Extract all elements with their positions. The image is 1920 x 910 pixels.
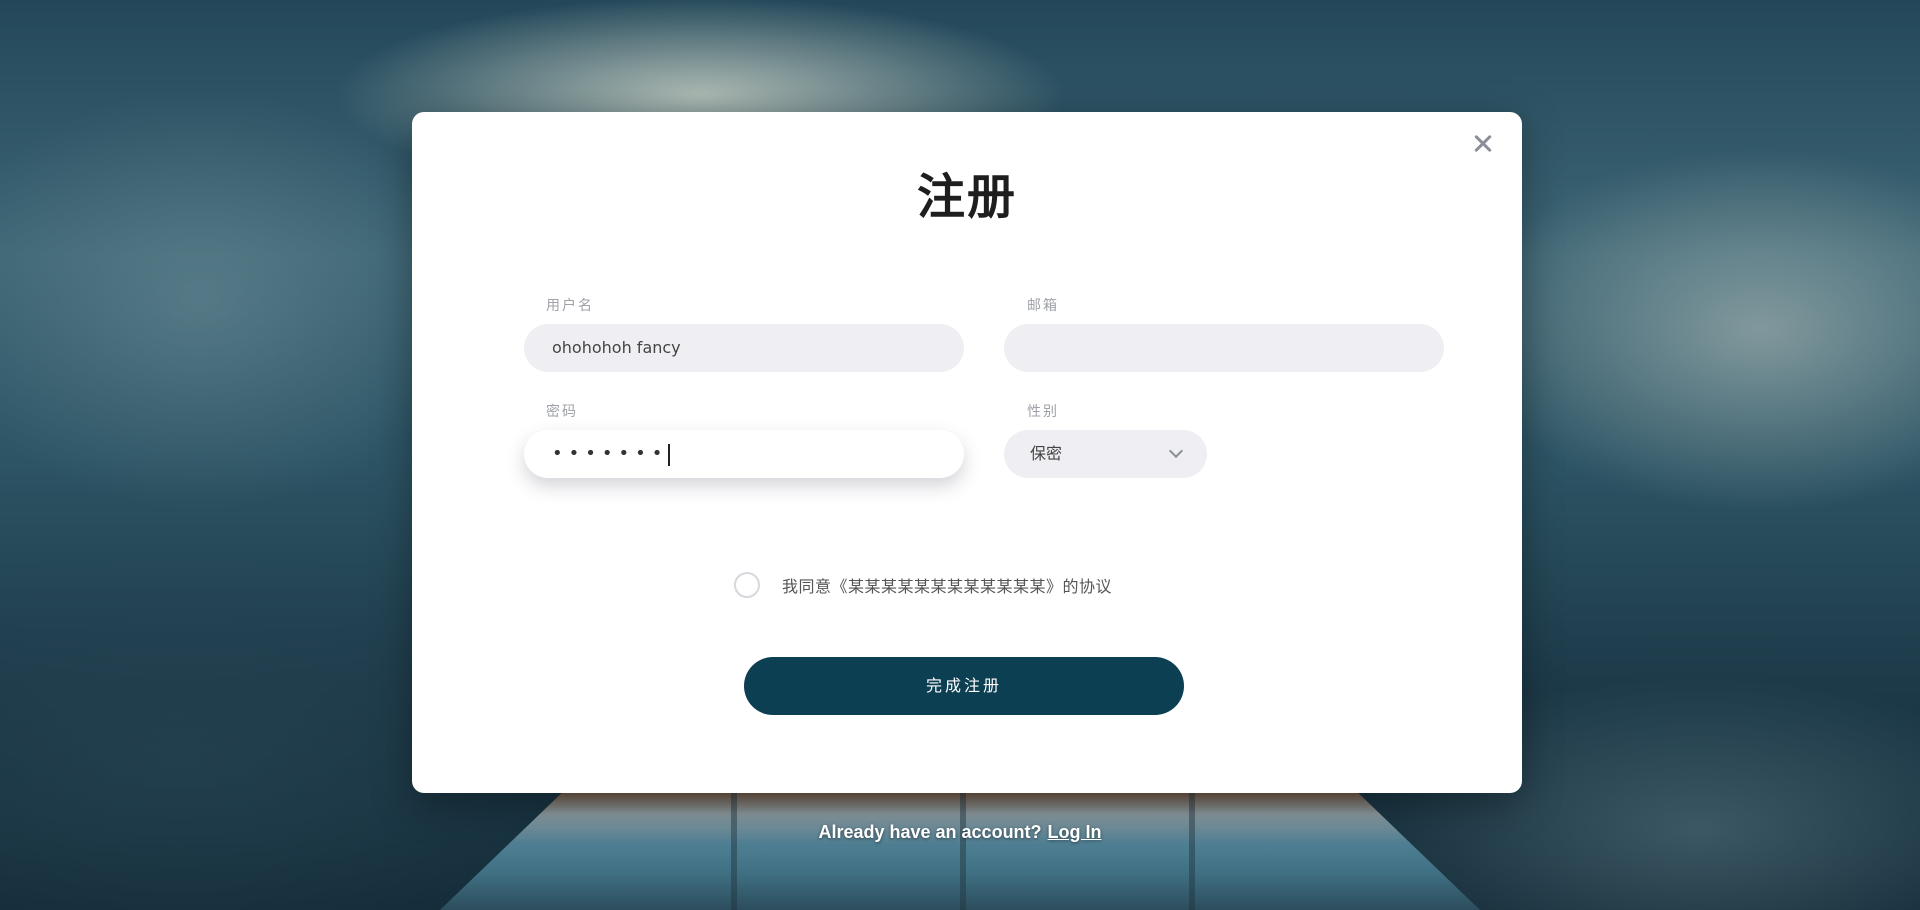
chevron-down-icon [1168,443,1184,459]
agreement-checkbox[interactable] [734,572,760,598]
password-input[interactable]: ••••••• [524,430,964,478]
agreement-row: 我同意《某某某某某某某某某某某某》的协议 [734,571,1112,599]
gender-selected-value: 保密 [1030,444,1063,463]
agreement-text: 我同意《某某某某某某某某某某某某》的协议 [782,577,1113,596]
username-label: 用户名 [546,298,594,314]
username-input[interactable]: ohohohoh fancy [524,324,964,372]
gender-label: 性别 [1027,404,1059,420]
gender-select[interactable]: 保密 [1004,430,1207,478]
close-icon[interactable] [1466,126,1500,160]
login-prompt: Already have an account? Log In [0,822,1920,843]
email-label: 邮箱 [1027,298,1059,314]
boat-image [440,790,1480,910]
modal-title: 注册 [916,169,1017,225]
password-mask: ••••••• [552,443,669,464]
login-link[interactable]: Log In [1048,822,1102,842]
email-input[interactable] [1004,324,1444,372]
password-label: 密码 [546,404,578,420]
complete-register-button[interactable]: 完成注册 [744,657,1184,715]
text-caret [668,443,671,466]
login-prompt-text: Already have an account? [818,822,1042,842]
register-modal: 注册 用户名 ohohohoh fancy 邮箱 密码 ••••••• 性别 保… [412,112,1522,793]
